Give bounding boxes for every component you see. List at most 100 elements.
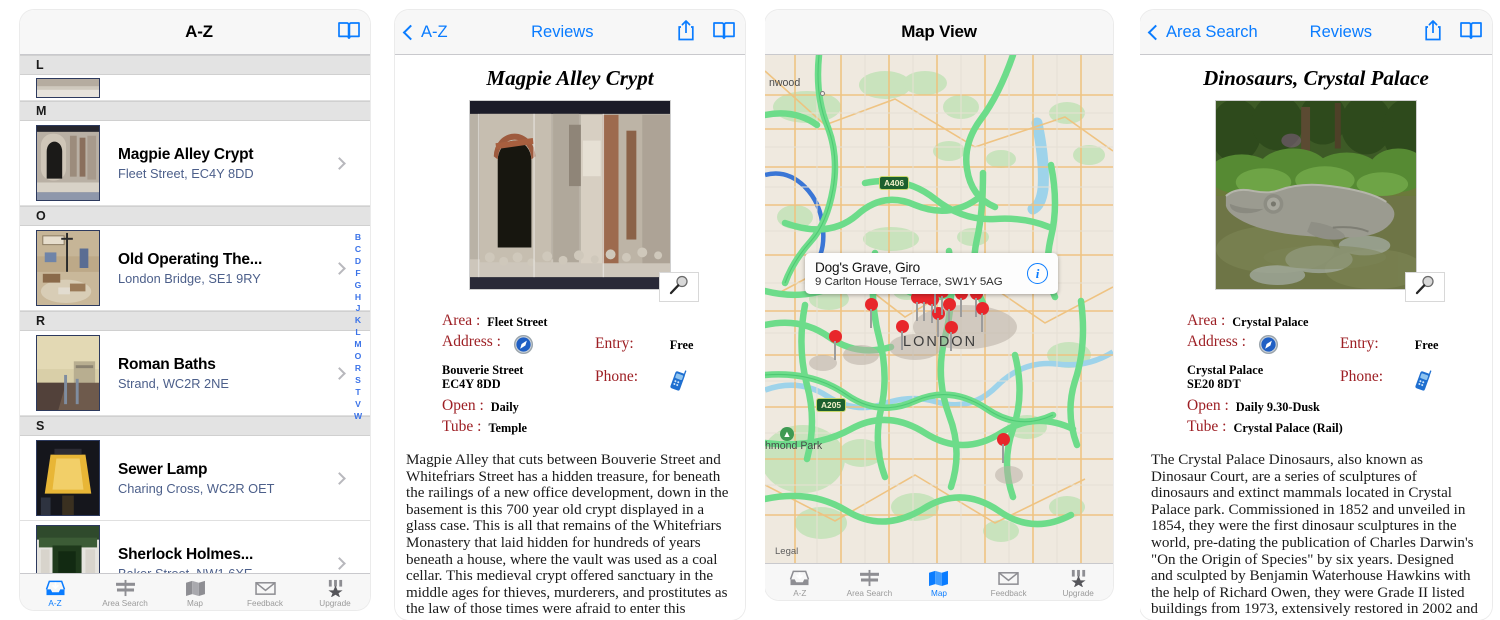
reviews-link[interactable]: Reviews [448, 23, 677, 42]
book-icon[interactable] [338, 21, 360, 44]
index-letter[interactable]: T [355, 387, 360, 399]
tab-area-search[interactable]: Area Search [90, 574, 160, 610]
navbar-magpie: A-Z Reviews [395, 10, 745, 55]
index-letter[interactable]: H [355, 292, 361, 304]
share-icon[interactable] [677, 19, 695, 46]
photo-zoom-button[interactable] [1405, 272, 1445, 302]
index-letter[interactable]: D [355, 256, 361, 268]
map-legal-link[interactable]: Legal [775, 546, 798, 557]
list-item-title: Magpie Alley Crypt [118, 145, 254, 163]
info-icon[interactable]: i [1027, 263, 1048, 284]
list-item-text: Old Operating The... London Bridge, SE1 … [118, 251, 335, 286]
fact-label: Phone: [1340, 368, 1384, 385]
tab-map[interactable]: Map [904, 564, 974, 600]
list-item[interactable]: Sherlock Holmes... Baker Street, NW1 6XE [20, 521, 370, 573]
fact-label: Area : [1187, 312, 1226, 329]
tab-label: A-Z [793, 588, 807, 598]
tab-upgrade[interactable]: Upgrade [300, 574, 370, 610]
chevron-right-icon [333, 471, 346, 485]
map-callout[interactable]: Dog's Grave, Giro 9 Carlton House Terrac… [805, 253, 1058, 294]
book-icon[interactable] [713, 21, 735, 44]
map-place-label: hmond Park [765, 440, 823, 452]
envelope-icon [998, 569, 1019, 588]
tab-bar: A-Z Area Search Map Feedback Upgrade [20, 573, 370, 610]
detail-photo[interactable] [1215, 100, 1417, 290]
list-item-subtitle: Fleet Street, EC4Y 8DD [118, 165, 254, 181]
list-item-text: Roman Baths Strand, WC2R 2NE [118, 356, 335, 391]
index-letter[interactable]: C [355, 244, 361, 256]
map-pin[interactable] [943, 298, 956, 328]
map-pin[interactable] [976, 302, 989, 332]
tab-feedback[interactable]: Feedback [974, 564, 1044, 600]
fact-value: Free [1414, 338, 1439, 352]
alphabet-index-strip[interactable]: B C D F G H J K L M O R S T V W [350, 232, 366, 423]
list-item[interactable] [20, 75, 370, 101]
share-icon[interactable] [1424, 19, 1442, 46]
detail-photo[interactable] [469, 100, 671, 290]
index-letter[interactable]: R [355, 363, 361, 375]
mobile-phone-icon[interactable] [638, 368, 688, 397]
index-letter[interactable]: F [355, 268, 360, 280]
list-item[interactable]: Sewer Lamp Charing Cross, WC2R OET [20, 436, 370, 521]
reviews-link[interactable]: Reviews [1258, 23, 1424, 42]
list-item[interactable]: Old Operating The... London Bridge, SE1 … [20, 226, 370, 311]
fact-value: Temple [488, 421, 527, 435]
tab-a-z[interactable]: A-Z [765, 564, 835, 600]
detail-title: Magpie Alley Crypt [486, 66, 654, 90]
tab-label: Area Search [102, 598, 148, 608]
fact-tube: Tube : Crystal Palace (Rail) [1187, 418, 1343, 436]
medal-icon [325, 579, 346, 598]
address-line-2: SE20 8DT [1187, 377, 1241, 391]
compass-icon[interactable] [1246, 333, 1279, 360]
list-item-title: Old Operating The... [118, 250, 263, 268]
device-frame-4: Area Search Reviews Dinosaurs, Crystal P… [1140, 10, 1492, 620]
map-pin[interactable] [829, 330, 842, 360]
index-letter[interactable]: K [355, 315, 361, 327]
map-pin[interactable] [865, 298, 878, 328]
map-pin[interactable] [945, 321, 958, 351]
compass-icon[interactable] [501, 333, 534, 360]
facts-block-magpie: Area : Fleet Street Address : Bouverie S… [395, 312, 745, 436]
index-letter[interactable]: W [354, 411, 362, 423]
detail-photo-wrap [1215, 100, 1445, 302]
a-z-list[interactable]: L M Magpie Alley Crypt Fleet Street, EC4… [20, 55, 370, 573]
device-frame-1: A-Z L M Magpie Alley Crypt Fleet Street,… [20, 10, 370, 610]
index-letter[interactable]: B [355, 232, 361, 244]
index-letter[interactable]: J [356, 303, 361, 315]
callout-text: Dog's Grave, Giro 9 Carlton House Terrac… [815, 260, 1027, 288]
road-shield: A205 [816, 398, 847, 412]
fact-address: Address : [442, 333, 592, 360]
section-header: O [20, 206, 370, 226]
back-button[interactable]: Area Search [1147, 22, 1258, 42]
index-letter[interactable]: M [354, 339, 361, 351]
map-pin[interactable] [896, 320, 909, 350]
index-letter[interactable]: G [355, 280, 362, 292]
book-icon[interactable] [1460, 21, 1482, 44]
map-pin[interactable] [997, 433, 1010, 463]
fact-value: Crystal Palace (Rail) [1233, 421, 1343, 435]
back-button[interactable]: A-Z [402, 23, 448, 42]
medal-icon [1068, 569, 1089, 588]
tab-area-search[interactable]: Area Search [835, 564, 905, 600]
tab-a-z[interactable]: A-Z [20, 574, 90, 610]
back-label: Area Search [1166, 22, 1258, 41]
index-letter[interactable]: S [355, 375, 361, 387]
list-item-subtitle: Baker Street, NW1 6XE [118, 565, 253, 574]
device-frame-2: A-Z Reviews Magpie Alley Crypt Area: Fl… [395, 10, 745, 620]
index-letter[interactable]: L [355, 327, 360, 339]
list-item-title: Sewer Lamp [118, 460, 208, 478]
screenshot-stage: A-Z L M Magpie Alley Crypt Fleet Street,… [0, 0, 1500, 620]
folded-map-icon [185, 579, 206, 598]
mobile-phone-icon[interactable] [1383, 368, 1433, 397]
list-item[interactable]: Magpie Alley Crypt Fleet Street, EC4Y 8D… [20, 121, 370, 206]
index-letter[interactable]: O [355, 351, 362, 363]
photo-zoom-button[interactable] [659, 272, 699, 302]
map-place-dot [820, 91, 825, 96]
facts-right: Entry: Free Phone: [595, 335, 693, 400]
tab-upgrade[interactable]: Upgrade [1043, 564, 1113, 600]
index-letter[interactable]: V [355, 399, 361, 411]
tab-map[interactable]: Map [160, 574, 230, 610]
list-item[interactable]: Roman Baths Strand, WC2R 2NE [20, 331, 370, 416]
map-canvas[interactable]: Dog's Grave, Giro 9 Carlton House Terrac… [765, 55, 1113, 563]
tab-feedback[interactable]: Feedback [230, 574, 300, 610]
